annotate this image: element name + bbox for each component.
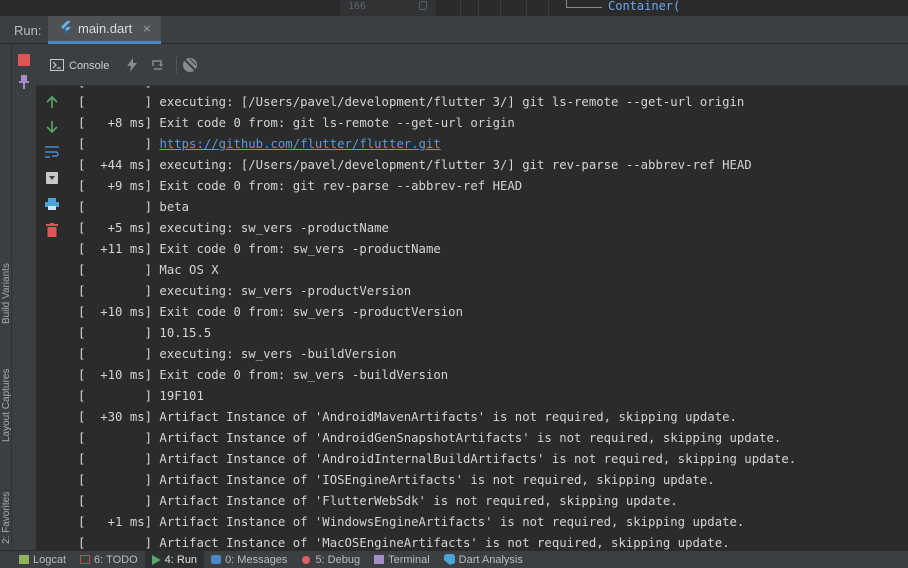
bottom-tab-label: 6: TODO [94, 553, 138, 566]
arrow-down-icon[interactable] [44, 119, 60, 135]
bottom-tab-label: Dart Analysis [458, 553, 523, 566]
console-tab-button[interactable]: Console [50, 56, 109, 75]
console-line: [ +5 ms] executing: sw_vers -productName [78, 221, 389, 235]
console-line-prefix: [ ] [78, 137, 160, 151]
soft-wrap-icon[interactable] [44, 144, 60, 160]
arrow-up-icon[interactable] [44, 94, 60, 110]
terminal-icon [374, 555, 385, 564]
console-line: [ ] executing: sw_vers -buildVersion [78, 347, 397, 361]
dart-analysis-icon [443, 554, 455, 565]
console-line: [ +44 ms] executing: [/Users/pavel/devel… [78, 158, 752, 172]
stop-icon[interactable] [16, 52, 32, 68]
hot-restart-icon[interactable] [150, 57, 166, 73]
pin-icon[interactable] [16, 74, 32, 90]
console-line: [ ] 10.15.5 [78, 326, 212, 340]
console-line: [ +30 ms] Artifact Instance of 'AndroidM… [78, 410, 737, 424]
console-line: [ +11 ms] Exit code 0 from: sw_vers -pro… [78, 242, 441, 256]
console-line: [ ] Artifact Instance of 'IOSEngineArtif… [78, 473, 715, 487]
console-output[interactable]: [ ] [ ] executing: [/Users/pavel/develop… [70, 86, 908, 550]
messages-icon [211, 555, 222, 564]
toolbar-separator [176, 56, 177, 74]
run-panel-header: Run: main.dart × [0, 16, 908, 44]
logcat-icon [19, 555, 29, 564]
indent-guide [478, 0, 479, 16]
console-line: [ +8 ms] Exit code 0 from: git ls-remote… [78, 116, 515, 130]
run-tab-main-dart[interactable]: main.dart × [48, 16, 162, 44]
console-toolbar: Console [36, 44, 908, 86]
indent-guide [460, 0, 461, 16]
debug-icon [302, 555, 311, 564]
console-line: [ +10 ms] Exit code 0 from: sw_vers -bui… [78, 368, 449, 382]
console-line-link: [ ] https://github.com/flutter/flutter.g… [78, 134, 441, 155]
console-tools-column [36, 86, 70, 550]
console-line: [ ] Artifact Instance of 'AndroidGenSnap… [78, 431, 782, 445]
indent-guide [500, 0, 501, 16]
bottom-tab-label: 5: Debug [315, 553, 361, 566]
bottom-tab-label: Logcat [33, 553, 67, 566]
bottom-tab-terminal[interactable]: Terminal [367, 551, 437, 568]
todo-icon [80, 555, 91, 564]
fold-marker-icon[interactable] [419, 1, 427, 10]
indent-guide [526, 0, 527, 16]
run-icon [151, 554, 161, 565]
print-icon[interactable] [44, 196, 60, 212]
console-line: [ ] beta [78, 200, 190, 214]
line-number: 166 [348, 1, 367, 12]
console-line: [ +1 ms] Artifact Instance of 'WindowsEn… [78, 515, 745, 529]
indent-guide [548, 0, 549, 16]
left-stripe-favorites[interactable]: 2: Favorites [1, 492, 12, 544]
bottom-tab-label: 0: Messages [225, 553, 288, 566]
hot-reload-icon[interactable] [124, 57, 140, 73]
clear-all-icon[interactable] [44, 222, 60, 238]
bottom-tab-todo[interactable]: 6: TODO [73, 551, 145, 568]
github-link[interactable]: https://github.com/flutter/flutter.git [159, 137, 440, 151]
close-icon[interactable]: × [142, 22, 151, 35]
editor-strip: 166 Container( [0, 0, 908, 16]
console-label: Console [69, 59, 110, 72]
scroll-to-end-icon[interactable] [44, 170, 60, 186]
run-label: Run: [14, 23, 42, 38]
bottom-tab-label: 4: Run [164, 553, 198, 566]
flutter-icon [60, 19, 72, 38]
bottom-tool-bar: Logcat 6: TODO 4: Run 0: Messages 5: Deb… [0, 550, 908, 568]
console-line: [ ] Mac OS X [78, 263, 219, 277]
bottom-tab-messages[interactable]: 0: Messages [204, 551, 294, 568]
left-stripe-build-variants[interactable]: Build Variants [1, 263, 12, 324]
bottom-tab-label: Terminal [388, 553, 430, 566]
bottom-tab-logcat[interactable]: Logcat [12, 551, 73, 568]
bottom-tab-run[interactable]: 4: Run [144, 550, 205, 568]
console-icon [50, 56, 64, 75]
tree-branch-line [566, 7, 602, 8]
bottom-tab-dart-analysis[interactable]: Dart Analysis [437, 551, 530, 568]
console-line: [ +9 ms] Exit code 0 from: git rev-parse… [78, 179, 523, 193]
console-line: [ +10 ms] Exit code 0 from: sw_vers -pro… [78, 305, 463, 319]
console-line: [ ] Artifact Instance of 'AndroidInterna… [78, 452, 797, 466]
run-tab-label: main.dart [78, 21, 133, 36]
code-fragment[interactable]: Container( [608, 0, 680, 13]
console-line: [ ] 19F101 [78, 389, 204, 403]
left-tool-stripe: Build Variants Layout Captures 2: Favori… [0, 44, 12, 550]
bottom-tab-debug[interactable]: 5: Debug [294, 551, 367, 568]
open-devtools-icon[interactable] [182, 57, 198, 73]
console-line: [ ] executing: [/Users/pavel/development… [78, 95, 745, 109]
run-actions-column [12, 44, 36, 550]
console-line: [ ] Artifact Instance of 'MacOSEngineArt… [78, 536, 730, 550]
console-line: [ ] executing: sw_vers -productVersion [78, 284, 412, 298]
left-stripe-layout-captures[interactable]: Layout Captures [1, 369, 12, 442]
console-line: [ ] Artifact Instance of 'FlutterWebSdk'… [78, 494, 678, 508]
